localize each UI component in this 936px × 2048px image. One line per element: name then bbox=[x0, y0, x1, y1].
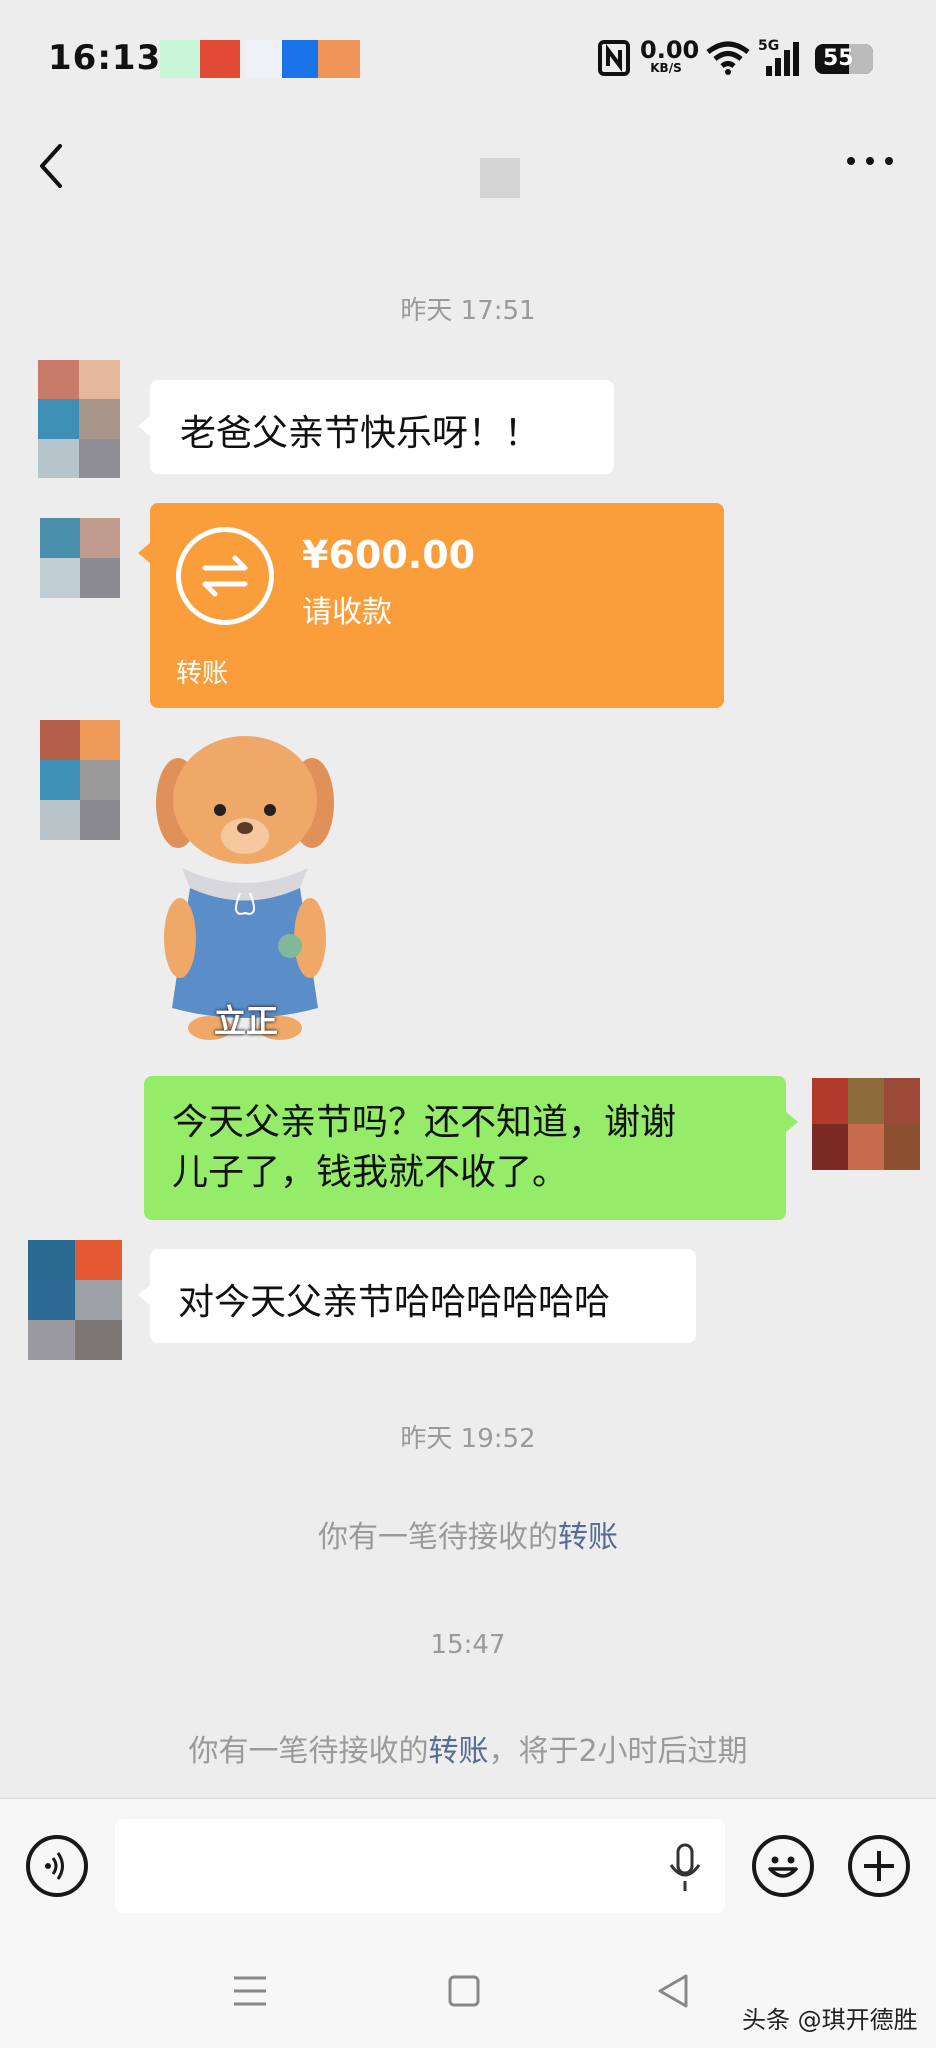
watermark: 头条 @琪开德胜 bbox=[742, 2006, 918, 2034]
microphone-icon bbox=[669, 1843, 701, 1891]
transfer-link[interactable]: 转账 bbox=[428, 1734, 488, 1769]
menu-nav-button[interactable] bbox=[232, 1974, 268, 2008]
wifi-icon bbox=[706, 40, 750, 76]
chat-header bbox=[0, 110, 936, 220]
sticker-caption: 立正 bbox=[214, 1002, 279, 1040]
transfer-link[interactable]: 转账 bbox=[558, 1520, 618, 1555]
voice-icon bbox=[45, 1852, 64, 1880]
status-time: 16:13 bbox=[48, 38, 162, 78]
message-bubble-self[interactable]: 今天父亲节吗？还不知道，谢谢 儿子了，钱我就不收了。 bbox=[144, 1076, 798, 1220]
system-message: 你有一笔待接收的转账 bbox=[0, 1512, 936, 1556]
battery-level: 55 bbox=[823, 46, 854, 71]
menu-icon bbox=[234, 1976, 266, 2006]
avatar[interactable] bbox=[40, 720, 120, 840]
plus-icon bbox=[864, 1851, 894, 1881]
message-bubble[interactable]: 老爸父亲节快乐呀！！ bbox=[138, 380, 614, 474]
square-icon bbox=[448, 1975, 480, 2007]
more-dots-icon bbox=[847, 157, 893, 165]
back-nav-button[interactable] bbox=[656, 1972, 690, 2010]
transfer-icon bbox=[176, 527, 274, 625]
contact-name bbox=[480, 158, 520, 198]
voice-button[interactable] bbox=[26, 1835, 88, 1897]
status-bar: 16:13 0.00 KB/S 5G 55 bbox=[0, 0, 936, 110]
message-text: 老爸父亲节快乐呀！！ bbox=[180, 413, 541, 454]
message-bubble[interactable]: 对今天父亲节哈哈哈哈哈哈 bbox=[138, 1249, 696, 1343]
system-message-text: ，将于2小时后过期 bbox=[488, 1734, 748, 1769]
emoji-icon bbox=[768, 1856, 798, 1878]
chat-timestamp: 昨天 19:52 bbox=[400, 1424, 536, 1454]
notification-icons bbox=[160, 40, 360, 78]
system-message: 你有一笔待接收的转账，将于2小时后过期 bbox=[0, 1726, 936, 1770]
chat-timestamp: 15:47 bbox=[430, 1630, 506, 1660]
transfer-amount: ¥600.00 bbox=[302, 533, 476, 577]
message-text-line: 今天父亲节吗？还不知道，谢谢 bbox=[172, 1102, 677, 1143]
avatar[interactable] bbox=[40, 518, 120, 598]
plus-button[interactable] bbox=[848, 1835, 910, 1897]
sticker-image[interactable]: 立正 bbox=[150, 728, 340, 1048]
net-speed: 0.00 KB/S bbox=[640, 36, 700, 74]
transfer-subtitle: 请收款 bbox=[302, 595, 392, 630]
message-text-line: 儿子了，钱我就不收了。 bbox=[172, 1152, 569, 1193]
home-nav-button[interactable] bbox=[448, 1974, 480, 2008]
transfer-label: 转账 bbox=[176, 659, 229, 689]
cell-signal-icon: 5G bbox=[758, 38, 804, 78]
avatar[interactable] bbox=[38, 360, 120, 478]
transfer-card[interactable]: ¥600.00 请收款 转账 bbox=[138, 503, 724, 708]
more-button[interactable] bbox=[845, 146, 895, 176]
back-button[interactable] bbox=[32, 136, 82, 196]
nfc-icon bbox=[598, 40, 630, 76]
system-message-text: 你有一笔待接收的 bbox=[188, 1734, 429, 1769]
emoji-button[interactable] bbox=[752, 1835, 814, 1897]
message-text: 对今天父亲节哈哈哈哈哈哈 bbox=[178, 1282, 611, 1323]
system-message-text: 你有一笔待接收的 bbox=[318, 1520, 558, 1555]
message-input[interactable] bbox=[115, 1819, 725, 1913]
back-triangle-icon bbox=[658, 1974, 688, 2008]
chat-timestamp: 昨天 17:51 bbox=[400, 296, 536, 326]
net-speed-value: 0.00 bbox=[640, 36, 700, 64]
avatar[interactable] bbox=[28, 1240, 122, 1360]
self-avatar[interactable] bbox=[812, 1078, 920, 1170]
input-bar bbox=[0, 1798, 936, 1939]
chevron-left-icon bbox=[40, 144, 62, 188]
microphone-button[interactable] bbox=[665, 1843, 705, 1893]
battery-indicator: 55 bbox=[815, 44, 873, 74]
